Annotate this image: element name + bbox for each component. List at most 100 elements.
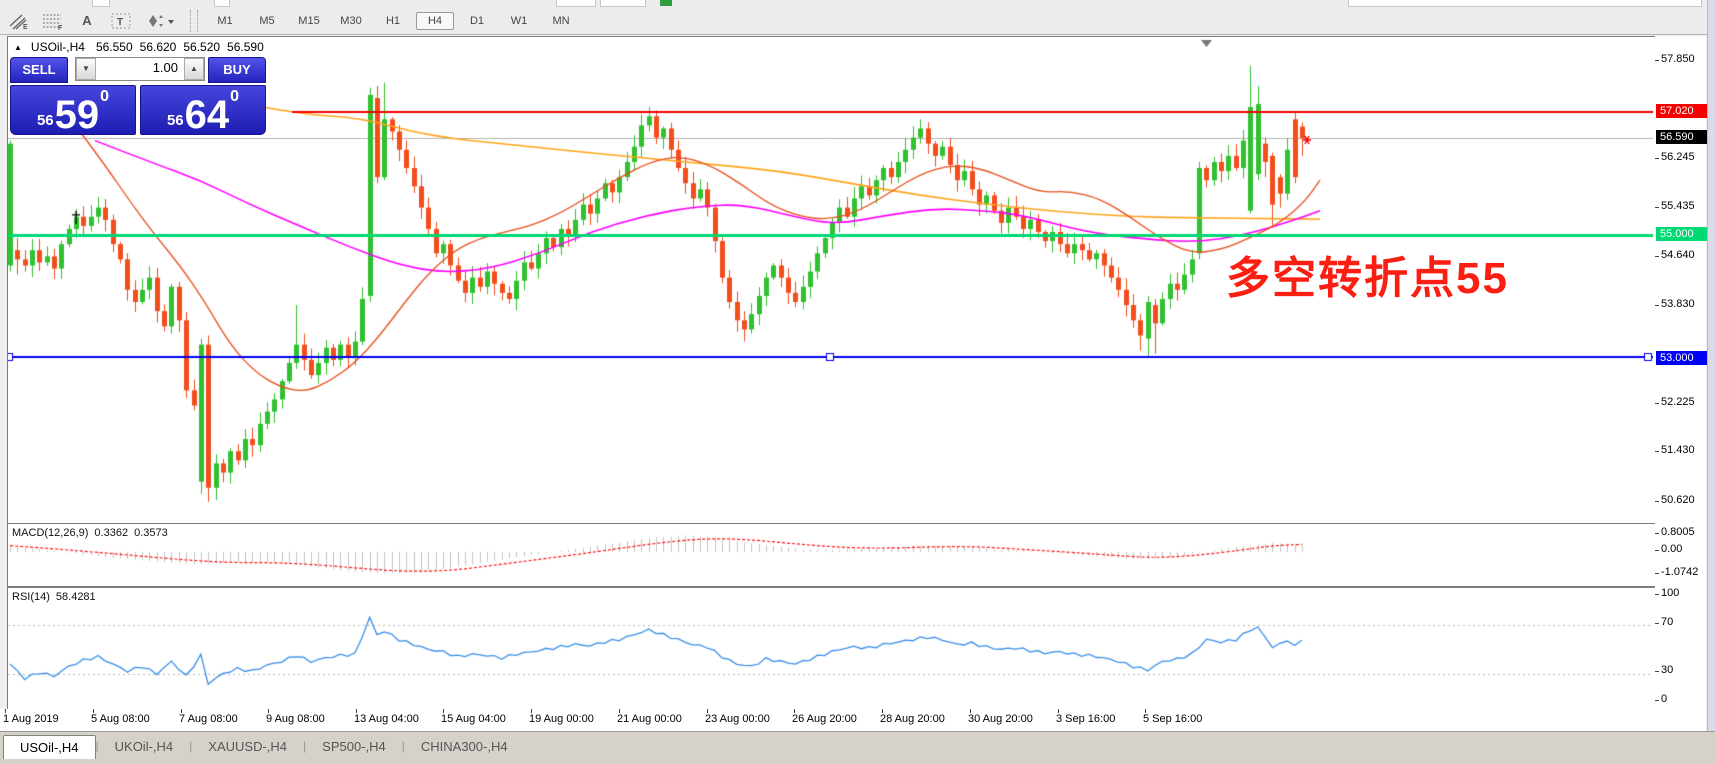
sell-price-big: 59 bbox=[55, 98, 100, 132]
time-label: 23 Aug 00:00 bbox=[705, 713, 770, 725]
scale-tick-label: 56.245 bbox=[1661, 151, 1695, 163]
scale-tick bbox=[1655, 256, 1659, 257]
scale-tick-label: 50.620 bbox=[1661, 494, 1695, 506]
text-label-icon[interactable]: A bbox=[72, 10, 102, 32]
scale-tick-label: 57.850 bbox=[1661, 53, 1695, 65]
time-label: 1 Aug 2019 bbox=[3, 713, 59, 725]
rsi-panel[interactable] bbox=[7, 587, 1656, 710]
timeframe-m30[interactable]: M30 bbox=[332, 12, 370, 30]
quote-open: 56.550 bbox=[96, 40, 133, 54]
scale-tick-label: 30 bbox=[1661, 664, 1673, 676]
scale-tick-label: 0 bbox=[1661, 693, 1667, 705]
symbol-tab-usoil[interactable]: USOil-,H4 bbox=[3, 735, 96, 759]
timeframe-m1[interactable]: M1 bbox=[206, 12, 244, 30]
timeframe-h4[interactable]: H4 bbox=[416, 12, 454, 30]
buy-button[interactable]: BUY bbox=[208, 57, 266, 83]
scale-tick-label: 0.8005 bbox=[1661, 526, 1695, 538]
symbol-tab-ukoil[interactable]: UKOil-,H4 bbox=[99, 735, 190, 758]
quote-close: 56.590 bbox=[227, 40, 264, 54]
scale-tick bbox=[1655, 573, 1659, 574]
price-badge-56.590: 56.590 bbox=[1656, 130, 1709, 144]
scale-tick-label: 0.00 bbox=[1661, 543, 1682, 555]
time-label: 21 Aug 00:00 bbox=[617, 713, 682, 725]
scale-tick-label: 53.830 bbox=[1661, 298, 1695, 310]
volume-decrease-button[interactable]: ▼ bbox=[76, 58, 96, 80]
price-badge-57.020: 57.020 bbox=[1656, 104, 1709, 118]
scale-tick-label: 52.225 bbox=[1661, 396, 1695, 408]
fibonacci-retracement-icon[interactable]: F bbox=[38, 10, 68, 32]
buy-price-pips: 0 bbox=[230, 88, 239, 106]
price-badge-55.000: 55.000 bbox=[1656, 227, 1709, 241]
volume-input[interactable]: 1.00 bbox=[96, 58, 184, 80]
time-label: 7 Aug 08:00 bbox=[179, 713, 238, 725]
scale-tick bbox=[1655, 60, 1659, 61]
one-click-trading-panel: SELL ▼ 1.00 ▲ BUY 56 59 0 56 64 0 bbox=[10, 57, 266, 131]
sell-button[interactable]: SELL bbox=[10, 57, 68, 83]
volume-increase-button[interactable]: ▲ bbox=[184, 58, 204, 80]
time-label: 28 Aug 20:00 bbox=[880, 713, 945, 725]
cropped-control bbox=[600, 0, 646, 7]
toolbar-separator bbox=[190, 10, 198, 32]
mt4-window: E F A T M1M5M15M30H1H4D1W1MN 57.850 56.24… bbox=[0, 0, 1715, 764]
svg-text:E: E bbox=[23, 24, 28, 30]
timeframe-mn[interactable]: MN bbox=[542, 12, 580, 30]
sell-price-display[interactable]: 56 59 0 bbox=[10, 85, 136, 135]
text-box-icon[interactable]: T bbox=[106, 10, 136, 32]
time-label: 15 Aug 04:00 bbox=[441, 713, 506, 725]
scale-tick-label: 100 bbox=[1661, 587, 1679, 599]
chart-quote-line: ▲ USOil-,H4 56.550 56.620 56.520 56.590 bbox=[14, 40, 270, 54]
timeframe-m5[interactable]: M5 bbox=[248, 12, 286, 30]
svg-text:T: T bbox=[117, 17, 123, 28]
quote-high: 56.620 bbox=[140, 40, 177, 54]
buy-price-big: 64 bbox=[185, 98, 230, 132]
scale-tick bbox=[1655, 594, 1659, 595]
symbol-title: USOil-,H4 bbox=[31, 40, 85, 54]
drawing-toolbar: E F A T M1M5M15M30H1H4D1W1MN bbox=[0, 7, 1715, 35]
collapse-arrow-icon[interactable]: ▲ bbox=[14, 43, 22, 52]
chart-tab-bar: USOil-,H4|UKOil-,H4|XAUUSD-,H4|SP500-,H4… bbox=[0, 731, 1715, 764]
time-label: 26 Aug 20:00 bbox=[792, 713, 857, 725]
scale-tick bbox=[1655, 158, 1659, 159]
cropped-control bbox=[1348, 0, 1702, 7]
time-label: 3 Sep 16:00 bbox=[1056, 713, 1115, 725]
timeframe-h1[interactable]: H1 bbox=[374, 12, 412, 30]
buy-price-display[interactable]: 56 64 0 bbox=[140, 85, 266, 135]
timeframe-group: M1M5M15M30H1H4D1W1MN bbox=[204, 12, 582, 30]
scale-tick-label: -1.0742 bbox=[1661, 566, 1698, 578]
price-scale[interactable]: 57.850 56.245 55.435 54.640 53.830 52.225 51.4… bbox=[1655, 36, 1706, 709]
scale-tick bbox=[1655, 403, 1659, 404]
scale-tick bbox=[1655, 623, 1659, 624]
sell-price-handle: 56 bbox=[37, 112, 54, 129]
rsi-value: 58.4281 bbox=[56, 591, 96, 603]
macd-panel[interactable] bbox=[7, 523, 1656, 587]
scale-tick bbox=[1655, 671, 1659, 672]
chart-text-annotation[interactable]: 多空转折点55 bbox=[1226, 242, 1509, 306]
timeframe-m15[interactable]: M15 bbox=[290, 12, 328, 30]
macd-label: MACD(12,26,9) 0.3362 0.3573 bbox=[12, 527, 168, 539]
rsi-title: RSI(14) bbox=[12, 591, 50, 603]
time-label: 9 Aug 08:00 bbox=[266, 713, 325, 725]
time-axis[interactable]: 1 Aug 20195 Aug 08:007 Aug 08:009 Aug 08… bbox=[0, 709, 1706, 731]
cropped-control bbox=[660, 0, 672, 6]
scale-tick-label: 54.640 bbox=[1661, 249, 1695, 261]
macd-chart-canvas[interactable] bbox=[8, 524, 1653, 584]
scale-tick-label: 51.430 bbox=[1661, 444, 1695, 456]
quote-low: 56.520 bbox=[183, 40, 220, 54]
time-label: 13 Aug 04:00 bbox=[354, 713, 419, 725]
equidistant-channel-icon[interactable]: E bbox=[4, 10, 34, 32]
cropped-control bbox=[92, 0, 110, 7]
rsi-chart-canvas[interactable] bbox=[8, 588, 1653, 707]
scale-tick-label: 55.435 bbox=[1661, 200, 1695, 212]
time-label: 19 Aug 00:00 bbox=[529, 713, 594, 725]
svg-text:F: F bbox=[58, 25, 63, 30]
shapes-menu-icon[interactable] bbox=[140, 10, 180, 32]
timeframe-w1[interactable]: W1 bbox=[500, 12, 538, 30]
sell-price-pips: 0 bbox=[100, 88, 109, 106]
symbol-tab-xauusd[interactable]: XAUUSD-,H4 bbox=[192, 735, 303, 758]
macd-title: MACD(12,26,9) bbox=[12, 527, 88, 539]
symbol-tab-sp500[interactable]: SP500-,H4 bbox=[306, 735, 402, 758]
symbol-tab-china300[interactable]: CHINA300-,H4 bbox=[405, 735, 524, 758]
scale-tick bbox=[1655, 501, 1659, 502]
price-badge-53.000: 53.000 bbox=[1656, 351, 1709, 365]
timeframe-d1[interactable]: D1 bbox=[458, 12, 496, 30]
